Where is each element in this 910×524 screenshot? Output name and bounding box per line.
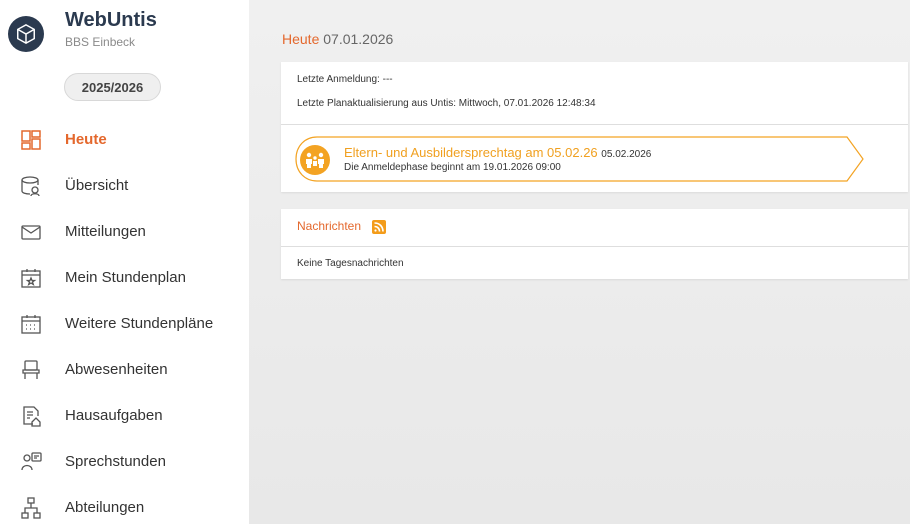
news-title: Nachrichten [297, 219, 362, 233]
school-year-selector[interactable]: 2025/2026 [64, 73, 161, 101]
nav-label: Mein Stundenplan [65, 268, 186, 286]
nav-item-mein-stundenplan[interactable]: Mein Stundenplan [0, 257, 249, 297]
nav-label: Mitteilungen [65, 222, 146, 240]
nav-item-sprechstunden[interactable]: Sprechstunden [0, 441, 249, 481]
page-title-date: 07.01.2026 [323, 31, 394, 47]
page-title: Heute 07.01.2026 [282, 31, 393, 47]
nav-label: Heute [65, 130, 107, 148]
page-title-label: Heute [282, 31, 320, 47]
event-date: 05.02.2026 [601, 149, 652, 160]
nav-item-weitere-stundenplaene[interactable]: Weitere Stundenpläne [0, 303, 249, 343]
divider [281, 124, 908, 125]
nav-item-abwesenheiten[interactable]: Abwesenheiten [0, 349, 249, 389]
sidebar: WebUntis BBS Einbeck 2025/2026 Heute Übe… [0, 0, 249, 524]
dashboard-icon [21, 130, 41, 150]
main-content: Heute 07.01.2026 Letzte Anmeldung: --- L… [249, 0, 910, 524]
nav-label: Abteilungen [65, 498, 145, 516]
event-subtitle: Die Anmeldephase beginnt am 19.01.2026 0… [344, 162, 561, 173]
news-empty-text: Keine Tagesnachrichten [297, 258, 404, 269]
nav-label: Sprechstunden [65, 452, 166, 470]
news-card: Nachrichten Keine Tagesnachrichten [281, 209, 908, 279]
absence-icon [22, 360, 40, 379]
nav-label: Weitere Stundenpläne [65, 314, 214, 332]
rss-icon[interactable] [372, 220, 386, 234]
nav-item-heute[interactable]: Heute [0, 119, 249, 159]
overview-icon [21, 176, 40, 197]
nav-item-hausaufgaben[interactable]: Hausaufgaben [0, 395, 249, 435]
office-hours-icon [21, 452, 42, 471]
homework-icon [23, 406, 41, 427]
app-name: WebUntis [65, 9, 157, 31]
timetables-icon [21, 315, 41, 334]
departments-icon [21, 497, 41, 519]
my-timetable-icon [21, 269, 41, 288]
nav-item-uebersicht[interactable]: Übersicht [0, 165, 249, 205]
event-banner[interactable]: Eltern- und Ausbildersprechtag am 05.02.… [295, 136, 865, 182]
parents-event-icon [300, 145, 330, 175]
nav-item-abteilungen[interactable]: Abteilungen [0, 487, 249, 524]
last-update-text: Letzte Planaktualisierung aus Untis: Mit… [297, 98, 596, 109]
event-title: Eltern- und Ausbildersprechtag am 05.02.… [344, 145, 598, 160]
mail-icon [21, 225, 41, 240]
nav-label: Abwesenheiten [65, 360, 168, 378]
nav-item-mitteilungen[interactable]: Mitteilungen [0, 211, 249, 251]
nav-label: Hausaufgaben [65, 406, 163, 424]
nav-label: Übersicht [65, 176, 129, 194]
info-card: Letzte Anmeldung: --- Letzte Planaktuali… [281, 62, 908, 192]
divider [281, 246, 908, 247]
school-name: BBS Einbeck [65, 35, 136, 49]
logo-icon[interactable] [8, 16, 44, 52]
last-login-text: Letzte Anmeldung: --- [297, 74, 393, 85]
event-title-line: Eltern- und Ausbildersprechtag am 05.02.… [344, 145, 651, 160]
